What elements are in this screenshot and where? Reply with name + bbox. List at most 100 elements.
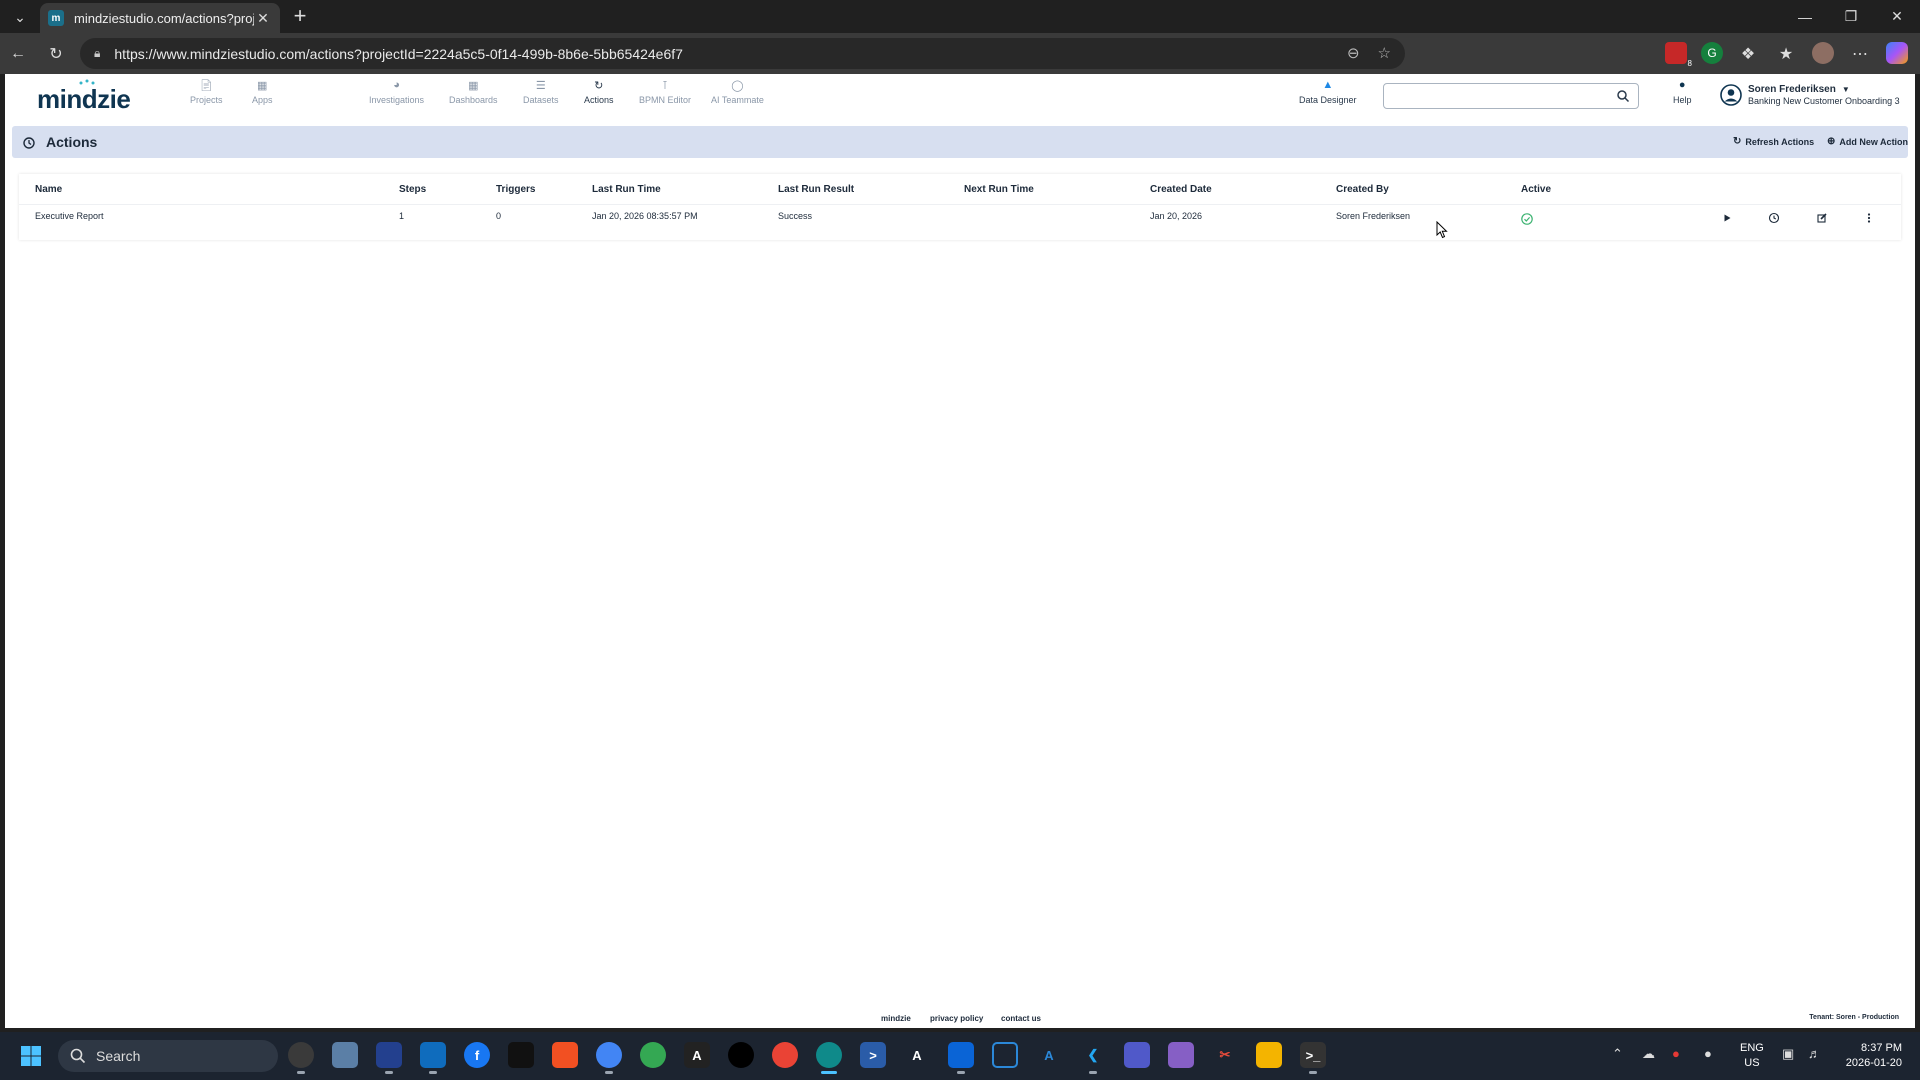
mindzie-logo[interactable]: mindzie	[37, 84, 131, 115]
data-designer-icon: ▲	[1322, 79, 1334, 91]
mindzie-favicon-icon: m	[48, 10, 64, 26]
window-controls: — ❐ ✕	[1782, 0, 1920, 33]
taskbar-app-3-icon[interactable]	[376, 1042, 402, 1074]
onedrive-cloud-icon[interactable]: ☁	[1642, 1046, 1655, 1062]
new-tab-plus-icon[interactable]: +	[287, 4, 313, 30]
teams-icon[interactable]	[1124, 1042, 1150, 1068]
volume-icon[interactable]: ♬	[1808, 1046, 1821, 1061]
taskbar-app-15-icon[interactable]: A	[904, 1042, 930, 1068]
zoom-out-icon[interactable]: ⊖	[1347, 44, 1360, 62]
column-header-created-date[interactable]: Created Date	[1150, 184, 1212, 195]
browser-tab-active[interactable]: m mindziestudio.com/actions?proje ✕	[40, 3, 280, 33]
refresh-actions-button[interactable]: ↻ Refresh Actions	[1733, 136, 1814, 147]
tab-close-icon[interactable]: ✕	[254, 10, 272, 27]
cell-name[interactable]: Executive Report	[35, 211, 104, 221]
history-icon[interactable]	[1767, 211, 1781, 225]
mouse-cursor-icon	[1436, 221, 1448, 239]
extension-calendar-icon[interactable]: 8	[1665, 42, 1692, 68]
microphone-icon[interactable]: ●	[1704, 1046, 1712, 1061]
extensions-puzzle-icon[interactable]: ❖	[1736, 42, 1760, 66]
user-avatar-icon[interactable]	[1720, 84, 1742, 106]
top-navigation: mindzie 📄︎ Projects ▦ Apps ◕ Investigati…	[5, 74, 1915, 120]
facebook-icon[interactable]: f	[464, 1042, 490, 1068]
nav-projects[interactable]: 📄︎ Projects	[190, 78, 223, 106]
snipping-tool-icon[interactable]: ✂	[1212, 1042, 1238, 1068]
nav-actions[interactable]: ↻ Actions	[584, 78, 614, 106]
run-play-icon[interactable]	[1720, 211, 1734, 225]
system-clock[interactable]: 8:37 PM 2026-01-20	[1838, 1041, 1902, 1071]
column-header-name[interactable]: Name	[35, 184, 62, 195]
terminal-icon[interactable]: >_	[1300, 1042, 1326, 1074]
windows-start-icon[interactable]	[20, 1045, 42, 1067]
site-info-icon[interactable]: 🔒︎	[94, 46, 100, 61]
language-indicator[interactable]: ENG US	[1740, 1041, 1764, 1071]
taskbar-app-6-icon[interactable]	[508, 1042, 534, 1068]
outlook-icon[interactable]	[948, 1042, 974, 1074]
column-header-last-run-time[interactable]: Last Run Time	[592, 184, 661, 195]
column-header-created-by[interactable]: Created By	[1336, 184, 1389, 195]
search-icon[interactable]	[1616, 89, 1630, 103]
tray-chevron-up-icon[interactable]: ⌃	[1612, 1046, 1623, 1062]
chrome-2-icon[interactable]	[640, 1042, 666, 1068]
grammarly-icon[interactable]: G	[1701, 42, 1723, 64]
search-input[interactable]	[1383, 83, 1639, 109]
taskbar-app-2-icon[interactable]	[332, 1042, 358, 1068]
nav-data-designer[interactable]: ▲ Data Designer	[1299, 78, 1357, 105]
nav-ai-teammate[interactable]: ◯ AI Teammate	[711, 78, 764, 106]
tray-app-icon[interactable]: ●	[1672, 1046, 1680, 1061]
user-menu[interactable]: Soren Frederiksen ▼	[1748, 84, 1850, 95]
chrome-icon[interactable]	[596, 1042, 622, 1074]
taskbar-app-17-icon[interactable]	[992, 1042, 1018, 1068]
taskbar-app-4-icon[interactable]	[420, 1042, 446, 1074]
column-header-next-run-time[interactable]: Next Run Time	[964, 184, 1034, 195]
column-header-steps[interactable]: Steps	[399, 184, 426, 195]
nav-dashboards[interactable]: ▦ Dashboards	[449, 78, 498, 106]
column-header-triggers[interactable]: Triggers	[496, 184, 535, 195]
nav-datasets[interactable]: ☰ Datasets	[523, 78, 559, 106]
network-icon[interactable]: ▣	[1782, 1046, 1794, 1062]
browser-toolbar: ← ↻ 🔒︎ https://www.mindziestudio.com/act…	[0, 33, 1920, 74]
more-options-icon[interactable]	[1862, 211, 1876, 225]
taskbar-search[interactable]: Search	[58, 1040, 278, 1072]
file-explorer-icon[interactable]	[1256, 1042, 1282, 1068]
copilot-icon[interactable]	[1886, 42, 1908, 64]
favorites-icon[interactable]: ★	[1774, 42, 1798, 66]
vscode-icon[interactable]: ❮	[1080, 1042, 1106, 1074]
footer-link-contact-us[interactable]: contact us	[1001, 1014, 1041, 1023]
nav-apps[interactable]: ▦ Apps	[252, 78, 273, 106]
reload-icon[interactable]: ↻	[44, 42, 68, 66]
nav-help[interactable]: ● Help	[1673, 78, 1692, 105]
actions-refresh-icon	[23, 137, 35, 149]
minimize-icon[interactable]: —	[1782, 0, 1828, 33]
current-project: Banking New Customer Onboarding 3	[1748, 96, 1900, 106]
profile-avatar-icon[interactable]	[1812, 42, 1834, 64]
chrome-3-icon[interactable]	[772, 1042, 798, 1068]
favorite-star-icon[interactable]: ☆	[1378, 44, 1391, 62]
taskbar-app-1-icon[interactable]	[288, 1042, 314, 1074]
tenant-label: Tenant: Soren - Production	[1809, 1014, 1899, 1021]
more-menu-icon[interactable]: ⋯	[1848, 42, 1872, 66]
powershell-icon[interactable]: >	[860, 1042, 886, 1068]
chatgpt-icon[interactable]	[728, 1042, 754, 1068]
taskbar-app-10-icon[interactable]: A	[684, 1042, 710, 1068]
url-text: https://www.mindziestudio.com/actions?pr…	[114, 45, 683, 62]
restore-icon[interactable]: ❐	[1828, 0, 1874, 33]
visual-studio-icon[interactable]	[1168, 1042, 1194, 1068]
edge-icon[interactable]	[816, 1042, 842, 1074]
close-window-icon[interactable]: ✕	[1874, 0, 1920, 33]
column-header-last-run-result[interactable]: Last Run Result	[778, 184, 854, 195]
footer-link-mindzie[interactable]: mindzie	[881, 1014, 911, 1023]
nav-investigations[interactable]: ◕ Investigations	[369, 78, 424, 105]
column-header-active[interactable]: Active	[1521, 184, 1551, 195]
add-new-action-button[interactable]: ⊕ Add New Action	[1827, 136, 1908, 147]
taskbar-app-7-icon[interactable]	[552, 1042, 578, 1068]
edit-icon[interactable]	[1815, 211, 1829, 225]
extension-badge: 8	[1687, 59, 1692, 68]
address-bar[interactable]: 🔒︎ https://www.mindziestudio.com/actions…	[80, 38, 1405, 69]
footer-link-privacy-policy[interactable]: privacy policy	[930, 1014, 983, 1023]
tab-list-chevron-icon[interactable]: ⌄	[6, 6, 34, 28]
taskbar-app-18-icon[interactable]: A	[1036, 1042, 1062, 1068]
nav-bpmn-editor[interactable]: ⊺ BPMN Editor	[639, 78, 691, 106]
back-arrow-icon[interactable]: ←	[6, 42, 30, 66]
page-title: Actions	[46, 134, 98, 150]
